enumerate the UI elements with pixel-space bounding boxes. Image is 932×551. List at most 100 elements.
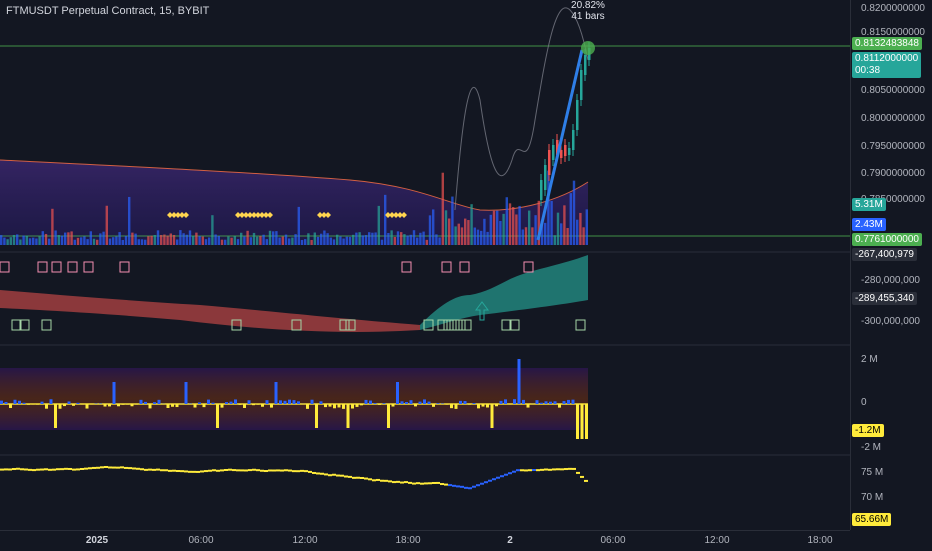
volume-bar: [13, 235, 15, 245]
volume-bar: [112, 237, 114, 245]
volume-bar: [522, 229, 524, 245]
step-segment: [416, 482, 420, 484]
histogram-bar: [500, 401, 503, 404]
step-segment: [228, 469, 232, 471]
volume-bar: [320, 234, 322, 245]
histogram-bar: [536, 400, 539, 404]
step-segment: [316, 472, 320, 474]
step-segment: [492, 478, 496, 480]
step-segment: [12, 468, 16, 470]
histogram-bar: [0, 401, 3, 404]
histogram-bar: [77, 403, 80, 404]
volume-bar: [38, 236, 40, 245]
high-line-label: 0.8132483848: [852, 37, 922, 50]
price-tick: 0.8000000000: [861, 113, 925, 124]
volume-bar: [48, 239, 50, 245]
volume-bar: [67, 232, 69, 245]
step-segment: [296, 470, 300, 472]
volume-bar: [579, 213, 581, 245]
step-segment: [188, 471, 192, 473]
buy-marker: [42, 320, 51, 330]
indicator1-top-label: -267,400,979: [852, 248, 917, 261]
volume-bar: [154, 235, 156, 245]
step-segment: [364, 478, 368, 480]
indicator1-green-area: [420, 255, 588, 330]
step-segment: [448, 484, 452, 486]
step-segment: [24, 468, 28, 470]
histogram-bar: [54, 404, 57, 428]
volume-bar: [278, 238, 280, 245]
volume-bar: [333, 239, 335, 245]
step-segment: [420, 483, 424, 485]
histogram-bar: [383, 403, 386, 404]
step-segment: [320, 473, 324, 475]
volume-bar: [189, 230, 191, 245]
volume-bar: [198, 236, 200, 245]
volume-bar: [547, 171, 549, 245]
volume-bar: [336, 235, 338, 245]
step-segment: [432, 482, 436, 484]
histogram-bar: [104, 404, 107, 407]
histogram-bar: [27, 404, 30, 405]
histogram-bar: [428, 402, 431, 404]
step-segment: [284, 469, 288, 471]
price-tick: 0.7900000000: [861, 168, 925, 179]
volume-bar: [275, 231, 277, 245]
step-segment: [404, 481, 408, 483]
step-segment: [124, 467, 128, 469]
histogram-bar: [405, 402, 408, 404]
candle-body: [540, 180, 543, 200]
volume-bar: [518, 206, 520, 245]
sell-marker: [0, 262, 9, 272]
volume-bar: [426, 240, 428, 245]
step-segment: [220, 469, 224, 471]
chart-area[interactable]: FTMUSDT Perpetual Contract, 15, BYBIT 20…: [0, 0, 850, 550]
volume-bar: [211, 215, 213, 245]
step-segment: [40, 469, 44, 471]
step-segment: [508, 472, 512, 474]
step-segment: [484, 481, 488, 483]
step-segment: [496, 477, 500, 479]
step-segment: [584, 480, 588, 482]
histogram-bar: [581, 404, 584, 439]
candle-body: [576, 100, 579, 130]
volume-bar: [70, 231, 72, 245]
volume-bar: [29, 238, 31, 245]
histogram-bar: [554, 401, 557, 404]
price-axis[interactable]: 0.8200000000 0.8150000000 0.8050000000 0…: [850, 0, 932, 530]
volume-bar: [355, 233, 357, 245]
volume-bar: [458, 224, 460, 245]
volume-bar: [381, 240, 383, 245]
candle-body: [580, 70, 583, 100]
histogram-bar: [369, 401, 372, 404]
histogram-bar: [63, 404, 66, 406]
step-segment: [464, 487, 468, 489]
step-segment: [280, 470, 284, 472]
volume-bar: [378, 206, 380, 245]
histogram-bar: [572, 400, 575, 404]
step-segment: [72, 469, 76, 471]
volume-bar: [435, 234, 437, 245]
volume-bar: [493, 211, 495, 245]
candle-body: [584, 55, 587, 75]
histogram-bar: [23, 403, 26, 404]
histogram-bar: [563, 401, 566, 404]
volume-bar: [480, 231, 482, 245]
step-segment: [572, 468, 576, 470]
step-segment: [504, 474, 508, 476]
step-segment: [64, 468, 68, 470]
step-segment: [276, 469, 280, 471]
low-line-label: 0.7761000000: [852, 233, 922, 246]
step-segment: [176, 470, 180, 472]
volume-bar: [374, 232, 376, 245]
volume-bar: [342, 239, 344, 245]
indicator1-mid-label: -289,455,340: [852, 292, 917, 305]
volume-bar: [509, 203, 511, 245]
histogram-bar: [212, 403, 215, 404]
chart-canvas[interactable]: [0, 0, 850, 530]
volume-bar: [451, 197, 453, 245]
volume-bar: [314, 232, 316, 245]
step-segment: [148, 469, 152, 471]
step-segment: [208, 470, 212, 472]
time-axis[interactable]: 2025 06:00 12:00 18:00 2 06:00 12:00 18:…: [0, 530, 850, 551]
